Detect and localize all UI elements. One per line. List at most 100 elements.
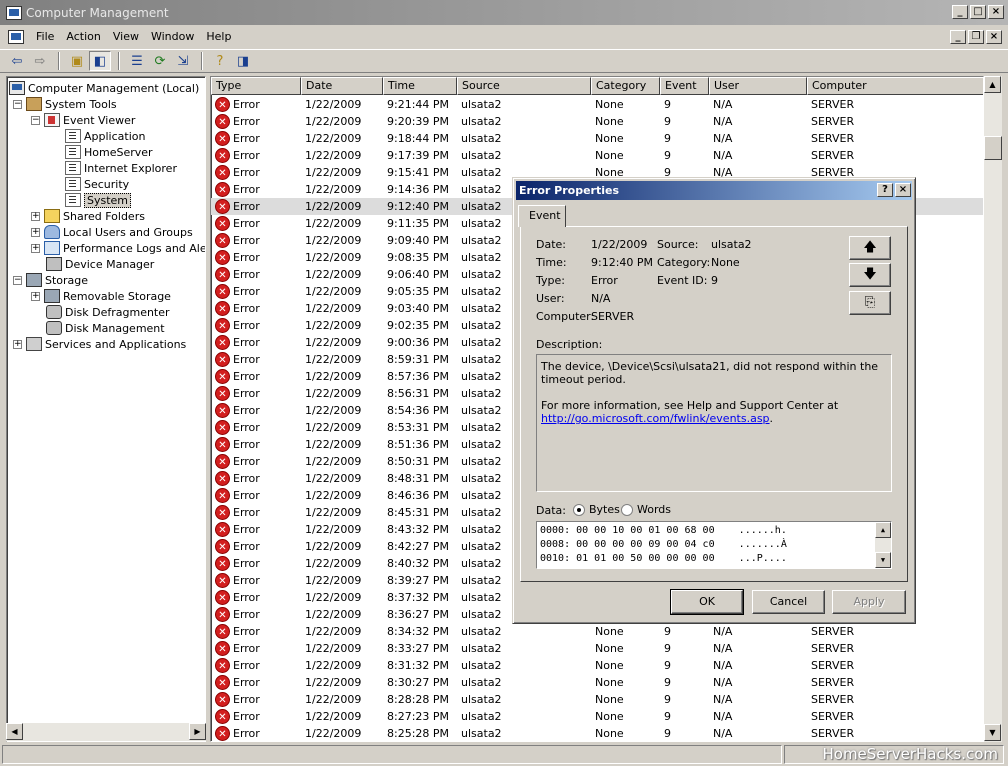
tree-node-system-tools[interactable]: − System Tools xyxy=(13,96,117,112)
data-scroll-up-icon[interactable]: ▲ xyxy=(875,522,891,538)
cell-time: 8:48:31 PM xyxy=(387,472,450,485)
column-header-source[interactable]: Source xyxy=(457,77,591,95)
collapse-icon[interactable]: − xyxy=(13,99,22,109)
scroll-right-icon[interactable]: ▶ xyxy=(189,723,206,740)
close-button[interactable]: × xyxy=(988,5,1004,19)
collapse-icon[interactable]: − xyxy=(13,275,22,285)
refresh-button[interactable]: ⟳ xyxy=(149,51,171,71)
back-button[interactable]: ⇦ xyxy=(6,51,28,71)
show-hide-action-pane-button[interactable]: ◨ xyxy=(232,51,254,71)
dialog-help-button[interactable]: ? xyxy=(877,183,893,197)
cell-type: ✕ Error xyxy=(211,233,301,248)
table-row[interactable]: ✕ Error 1/22/2009 8:28:28 PM ulsata2 None 9 N/A… xyxy=(211,691,983,708)
expand-icon[interactable]: + xyxy=(13,339,22,349)
show-hide-tree-button[interactable]: ◧ xyxy=(89,51,111,71)
table-row[interactable]: ✕ Error 1/22/2009 9:20:39 PM ulsata2 None 9 N/A… xyxy=(211,113,983,130)
error-icon: ✕ xyxy=(215,437,230,452)
next-event-button[interactable]: 🡇 xyxy=(849,263,891,287)
column-header-date[interactable]: Date xyxy=(301,77,383,95)
words-radio[interactable]: Words xyxy=(621,503,671,516)
bytes-radio[interactable]: Bytes xyxy=(573,503,620,516)
maximize-button[interactable]: □ xyxy=(970,5,986,19)
tree-node-performance-logs[interactable]: + Performance Logs and Alerts xyxy=(31,240,205,256)
collapse-icon[interactable]: − xyxy=(31,115,40,125)
cell-date: 1/22/2009 xyxy=(305,438,362,451)
table-row[interactable]: ✕ Error 1/22/2009 8:33:27 PM ulsata2 None 9 N/A… xyxy=(211,640,983,657)
expand-icon[interactable]: + xyxy=(31,291,40,301)
tree-node-homeserver-log[interactable]: HomeServer xyxy=(65,144,153,160)
tree-node-removable-storage[interactable]: + Removable Storage xyxy=(31,288,171,304)
tree-node-local-users[interactable]: + Local Users and Groups xyxy=(31,224,193,240)
minimize-button[interactable]: _ xyxy=(952,5,968,19)
column-header-type[interactable]: Type xyxy=(211,77,301,95)
list-vertical-scrollbar[interactable]: ▲ ▼ xyxy=(984,76,1002,742)
cell-type: ✕ Error xyxy=(211,539,301,554)
tree-node-device-manager[interactable]: Device Manager xyxy=(46,256,154,272)
menu-action[interactable]: Action xyxy=(60,27,106,47)
scroll-up-icon[interactable]: ▲ xyxy=(984,76,1001,93)
mdi-system-menu-icon[interactable] xyxy=(8,30,24,44)
error-icon: ✕ xyxy=(215,692,230,707)
menu-help[interactable]: Help xyxy=(200,27,237,47)
scroll-left-icon[interactable]: ◀ xyxy=(6,723,23,740)
error-icon: ✕ xyxy=(215,573,230,588)
column-header-computer[interactable]: Computer xyxy=(807,77,983,95)
forward-button[interactable]: ⇨ xyxy=(29,51,51,71)
column-header-time[interactable]: Time xyxy=(383,77,457,95)
tree-node-root[interactable]: Computer Management (Local) xyxy=(9,80,199,96)
copy-event-button[interactable]: ⎘ xyxy=(849,291,891,315)
cell-date: 1/22/2009 xyxy=(305,472,362,485)
data-line: 0008: 00 00 00 00 09 00 04 c0 .......À xyxy=(540,539,787,550)
tab-event[interactable]: Event xyxy=(518,205,566,227)
column-header-event[interactable]: Event xyxy=(660,77,709,95)
table-row[interactable]: ✕ Error 1/22/2009 9:21:44 PM ulsata2 None 9 N/A… xyxy=(211,96,983,113)
data-scrollbar[interactable]: ▲ ▼ xyxy=(875,522,891,568)
ok-button[interactable]: OK xyxy=(670,589,744,615)
previous-event-button[interactable]: 🡅 xyxy=(849,236,891,260)
tree-node-storage[interactable]: − Storage xyxy=(13,272,88,288)
menu-view[interactable]: View xyxy=(107,27,145,47)
apply-button[interactable]: Apply xyxy=(832,590,906,614)
column-header-category[interactable]: Category xyxy=(591,77,660,95)
tree-node-system-log[interactable]: System xyxy=(65,192,132,208)
users-icon xyxy=(44,225,60,239)
table-row[interactable]: ✕ Error 1/22/2009 8:25:28 PM ulsata2 None 9 N/A… xyxy=(211,725,983,741)
help-button[interactable]: ? xyxy=(209,51,231,71)
up-one-level-button[interactable]: ▣ xyxy=(66,51,88,71)
help-link[interactable]: http://go.microsoft.com/fwlink/events.as… xyxy=(541,412,770,425)
tree-node-disk-management[interactable]: Disk Management xyxy=(46,320,165,336)
tree-node-internet-explorer-log[interactable]: Internet Explorer xyxy=(65,160,177,176)
menu-file[interactable]: File xyxy=(30,27,60,47)
tree-node-application-log[interactable]: Application xyxy=(65,128,145,144)
mdi-restore-button[interactable]: ❐ xyxy=(968,30,984,44)
table-row[interactable]: ✕ Error 1/22/2009 9:18:44 PM ulsata2 None 9 N/A… xyxy=(211,130,983,147)
table-row[interactable]: ✕ Error 1/22/2009 9:17:39 PM ulsata2 None 9 N/A… xyxy=(211,147,983,164)
table-row[interactable]: ✕ Error 1/22/2009 8:27:23 PM ulsata2 None 9 N/A… xyxy=(211,708,983,725)
cell-text: Error xyxy=(233,438,260,451)
scroll-down-icon[interactable]: ▼ xyxy=(984,724,1001,741)
tree-node-security-log[interactable]: Security xyxy=(65,176,129,192)
tree-horizontal-scrollbar[interactable]: ◀ ▶ xyxy=(6,723,206,741)
tree-node-disk-defragmenter[interactable]: Disk Defragmenter xyxy=(46,304,170,320)
table-row[interactable]: ✕ Error 1/22/2009 8:30:27 PM ulsata2 None 9 N/A… xyxy=(211,674,983,691)
description-box[interactable]: The device, \Device\Scsi\ulsata21, did n… xyxy=(536,354,892,492)
tree-node-shared-folders[interactable]: + Shared Folders xyxy=(31,208,145,224)
scroll-thumb[interactable] xyxy=(984,136,1002,160)
column-header-user[interactable]: User xyxy=(709,77,807,95)
expand-icon[interactable]: + xyxy=(31,243,40,253)
tree-node-services-and-applications[interactable]: + Services and Applications xyxy=(13,336,186,352)
expand-icon[interactable]: + xyxy=(31,211,40,221)
mdi-minimize-button[interactable]: _ xyxy=(950,30,966,44)
cancel-button[interactable]: Cancel xyxy=(752,590,825,614)
data-box[interactable]: 0000: 00 00 10 00 01 00 68 00 ......h. 0… xyxy=(536,521,892,569)
properties-button[interactable]: ☰ xyxy=(126,51,148,71)
export-list-button[interactable]: ⇲ xyxy=(172,51,194,71)
menu-window[interactable]: Window xyxy=(145,27,200,47)
expand-icon[interactable]: + xyxy=(31,227,40,237)
data-scroll-down-icon[interactable]: ▼ xyxy=(875,552,891,568)
tree-node-event-viewer[interactable]: − Event Viewer xyxy=(31,112,135,128)
dialog-close-button[interactable]: × xyxy=(895,183,911,197)
mdi-close-button[interactable]: × xyxy=(986,30,1002,44)
table-row[interactable]: ✕ Error 1/22/2009 8:31:32 PM ulsata2 None 9 N/A… xyxy=(211,657,983,674)
table-row[interactable]: ✕ Error 1/22/2009 8:34:32 PM ulsata2 None 9 N/A… xyxy=(211,623,983,640)
